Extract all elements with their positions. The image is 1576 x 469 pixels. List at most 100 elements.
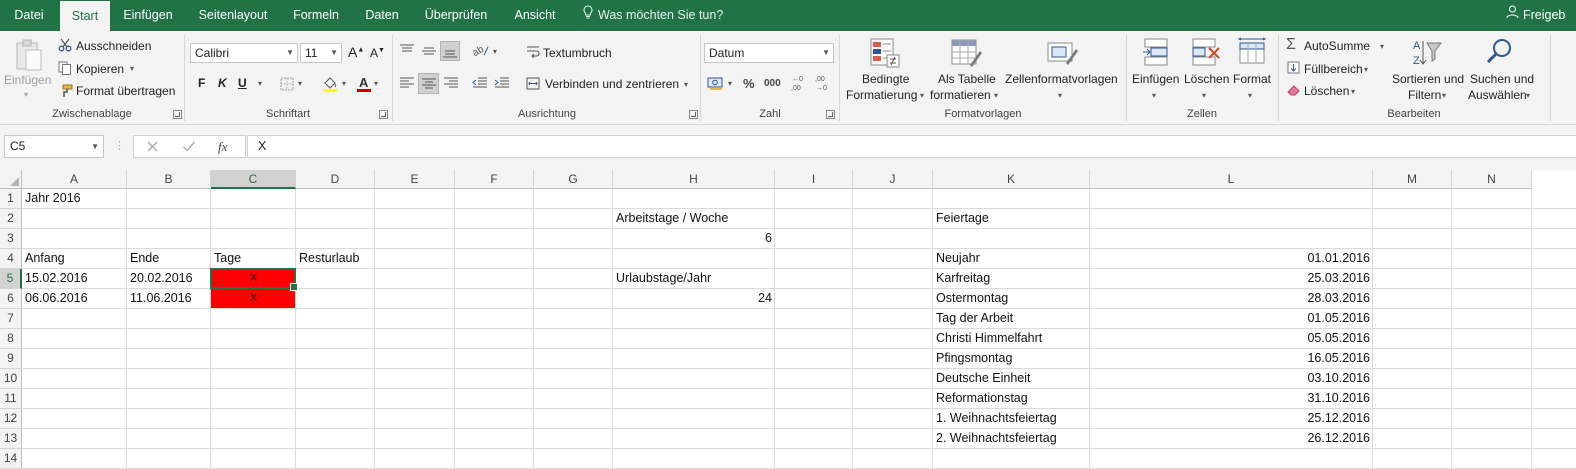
row-header-2[interactable]: 2 — [0, 209, 22, 229]
column-header-b[interactable]: B — [127, 170, 211, 189]
row-header-3[interactable]: 3 — [0, 229, 22, 249]
decrease-decimal-icon[interactable]: ,00 →0 — [814, 73, 832, 96]
column-header-c[interactable]: C — [211, 170, 296, 189]
cell-a6[interactable]: 06.06.2016 — [22, 289, 127, 308]
share-button[interactable]: Freigeb — [1506, 0, 1576, 31]
thousands-separator-button[interactable]: 000 — [764, 78, 781, 89]
align-middle-icon[interactable] — [421, 45, 437, 60]
cell-styles-button[interactable]: Zellenformatvorlagen — [1005, 72, 1118, 86]
cell-l4[interactable]: 01.01.2016 — [1090, 249, 1373, 268]
column-header-n[interactable]: N — [1452, 170, 1532, 189]
cell-styles-caret[interactable]: ▾ — [1058, 91, 1062, 100]
row-header-14[interactable]: 14 — [0, 449, 22, 469]
cell-k8[interactable]: Christi Himmelfahrt — [933, 329, 1090, 348]
sort-filter-label-1[interactable]: Sortieren und — [1392, 72, 1464, 86]
cell-k5[interactable]: Karfreitag — [933, 269, 1090, 288]
format-as-table-caret[interactable]: ▾ — [994, 91, 998, 100]
currency-dropdown-caret[interactable]: ▾ — [728, 79, 732, 88]
cell-k13[interactable]: 2. Weihnachtsfeiertag — [933, 429, 1090, 448]
tab-daten[interactable]: Daten — [356, 0, 408, 31]
cell-k6[interactable]: Ostermontag — [933, 289, 1090, 308]
column-header-l[interactable]: L — [1090, 170, 1373, 189]
cell-a4[interactable]: Anfang — [22, 249, 127, 268]
cell-k12[interactable]: 1. Weihnachtsfeiertag — [933, 409, 1090, 428]
row-header-6[interactable]: 6 — [0, 289, 22, 309]
cell-h6[interactable]: 24 — [613, 289, 775, 308]
wrap-text-button[interactable]: Textumbruch — [543, 46, 612, 60]
increase-font-icon[interactable]: A▲ — [348, 44, 364, 60]
find-select-label-2[interactable]: Auswählen — [1468, 88, 1527, 102]
select-all-corner[interactable] — [0, 170, 22, 189]
increase-indent-icon[interactable] — [494, 77, 510, 92]
fill-button[interactable]: Füllbereich — [1304, 62, 1363, 76]
format-as-table-label-1[interactable]: Als Tabelle — [938, 72, 996, 86]
row-header-13[interactable]: 13 — [0, 429, 22, 449]
cell-k11[interactable]: Reformationstag — [933, 389, 1090, 408]
paste-button[interactable]: Einfügen — [4, 73, 51, 87]
format-as-table-label-2[interactable]: formatieren — [930, 88, 991, 102]
row-header-5[interactable]: 5 — [0, 269, 22, 289]
percent-button[interactable]: % — [743, 76, 755, 91]
cell-h3[interactable]: 6 — [613, 229, 775, 248]
cell-k9[interactable]: Pfingsmontag — [933, 349, 1090, 368]
column-header-k[interactable]: K — [933, 170, 1090, 189]
font-name-dropdown[interactable]: Calibri ▼ — [190, 43, 298, 63]
borders-dropdown-caret[interactable]: ▾ — [298, 79, 302, 88]
cell-a5[interactable]: 15.02.2016 — [22, 269, 127, 288]
tab-datei[interactable]: Datei — [0, 0, 58, 31]
align-right-icon[interactable] — [443, 77, 459, 92]
cell-l6[interactable]: 28.03.2016 — [1090, 289, 1373, 308]
column-header-d[interactable]: D — [296, 170, 375, 189]
merge-center-button[interactable]: Verbinden und zentrieren — [545, 77, 679, 91]
number-format-dropdown[interactable]: Datum ▼ — [704, 43, 834, 63]
insert-cells-button[interactable]: Einfügen — [1132, 72, 1179, 86]
cell-k10[interactable]: Deutsche Einheit — [933, 369, 1090, 388]
cell-l9[interactable]: 16.05.2016 — [1090, 349, 1373, 368]
increase-decimal-icon[interactable]: ←0,00 — [790, 73, 808, 96]
conditional-formatting-label-2[interactable]: Formatierung — [846, 88, 917, 102]
row-header-10[interactable]: 10 — [0, 369, 22, 389]
orientation-dropdown-caret[interactable]: ▾ — [493, 47, 497, 56]
find-select-label-1[interactable]: Suchen und — [1470, 72, 1534, 86]
tab-ueberpruefen[interactable]: Überprüfen — [416, 0, 496, 31]
italic-button[interactable]: K — [218, 76, 227, 90]
cell-c4[interactable]: Tage — [211, 249, 296, 268]
tab-einfuegen[interactable]: Einfügen — [114, 0, 182, 31]
conditional-formatting-caret[interactable]: ▾ — [920, 91, 924, 100]
row-header-1[interactable]: 1 — [0, 189, 22, 209]
copy-dropdown-caret[interactable]: ▾ — [130, 64, 134, 73]
font-color-dropdown-caret[interactable]: ▾ — [374, 79, 378, 88]
cut-button[interactable]: Ausschneiden — [76, 39, 151, 53]
sort-filter-caret[interactable]: ▾ — [1442, 91, 1446, 100]
align-left-icon[interactable] — [399, 77, 415, 92]
paste-icon[interactable] — [14, 38, 44, 75]
fill-caret[interactable]: ▾ — [1364, 65, 1368, 74]
clear-button[interactable]: Löschen — [1304, 84, 1349, 98]
row-header-7[interactable]: 7 — [0, 309, 22, 329]
align-center-icon[interactable] — [418, 73, 439, 94]
active-cell-selection[interactable] — [210, 268, 298, 291]
spreadsheet-grid[interactable]: A B C D E F G H I J K L M N 1 2 3 4 5 6 7 8 9 10 11 12 13 14 Jahr 20… — [0, 170, 1576, 469]
column-header-e[interactable]: E — [375, 170, 455, 189]
insert-function-icon[interactable]: fx — [218, 139, 227, 155]
fill-color-icon[interactable] — [322, 75, 338, 95]
cell-b4[interactable]: Ende — [127, 249, 211, 268]
cell-a1[interactable]: Jahr 2016 — [22, 189, 127, 208]
cancel-icon[interactable] — [146, 140, 159, 156]
font-launcher-icon[interactable] — [379, 110, 388, 119]
formula-input[interactable]: X — [247, 135, 1576, 158]
insert-cells-caret[interactable]: ▾ — [1152, 91, 1156, 100]
sort-filter-label-2[interactable]: Filtern — [1408, 88, 1441, 102]
delete-cells-button[interactable]: Löschen — [1184, 72, 1229, 86]
find-select-caret[interactable]: ▾ — [1526, 91, 1530, 100]
row-header-12[interactable]: 12 — [0, 409, 22, 429]
column-header-a[interactable]: A — [22, 170, 127, 189]
currency-icon[interactable] — [707, 76, 725, 94]
underline-dropdown-caret[interactable]: ▾ — [258, 79, 262, 88]
cell-k2[interactable]: Feiertage — [933, 209, 1090, 228]
cell-l13[interactable]: 26.12.2016 — [1090, 429, 1373, 448]
cell-l10[interactable]: 03.10.2016 — [1090, 369, 1373, 388]
cell-k4[interactable]: Neujahr — [933, 249, 1090, 268]
format-cells-caret[interactable]: ▾ — [1248, 91, 1252, 100]
column-header-m[interactable]: M — [1373, 170, 1452, 189]
